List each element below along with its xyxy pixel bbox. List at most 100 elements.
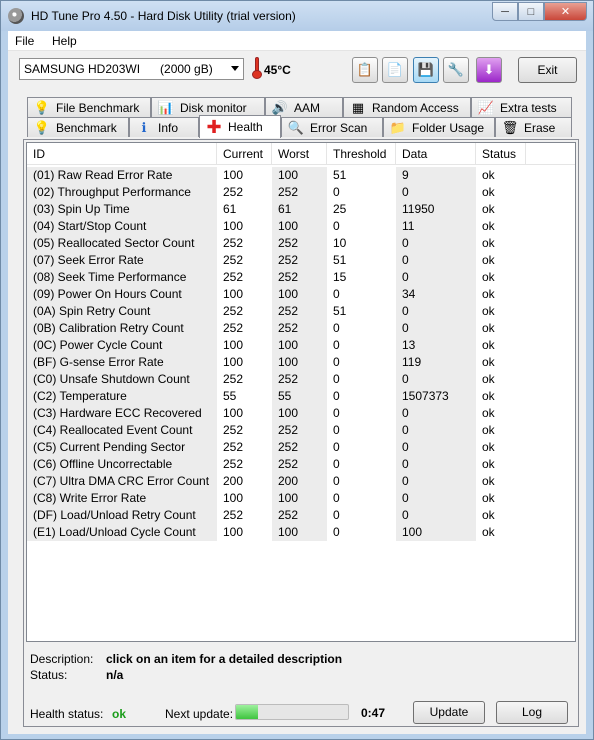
cell-threshold: 0: [333, 338, 340, 352]
tab-error-scan[interactable]: 🔍 Error Scan: [281, 117, 383, 137]
cell-data: 0: [396, 439, 476, 456]
cell-threshold: 0: [333, 185, 340, 199]
tab-erase[interactable]: 🗑 Erase: [495, 117, 572, 137]
column-header-current[interactable]: Current: [217, 143, 272, 165]
window-title: HD Tune Pro 4.50 - Hard Disk Utility (tr…: [31, 9, 296, 23]
cell-current: 252: [223, 253, 244, 267]
table-row[interactable]: (BF) G-sense Error Rate 100 100 0 119 ok: [27, 354, 575, 371]
table-row[interactable]: (E1) Load/Unload Cycle Count 100 100 0 100 ok: [27, 524, 575, 541]
cell-worst: 100: [272, 218, 327, 235]
close-button[interactable]: ✕: [544, 2, 587, 21]
cell-id: (C4) Reallocated Event Count: [27, 422, 217, 439]
exit-button[interactable]: Exit: [518, 57, 577, 83]
options-button[interactable]: 🔧: [443, 57, 469, 83]
tab-aam[interactable]: 🔊 AAM: [265, 97, 343, 117]
cell-worst: 200: [272, 473, 327, 490]
table-row[interactable]: (0B) Calibration Retry Count 252 252 0 0 ok: [27, 320, 575, 337]
cell-worst: 100: [272, 524, 327, 541]
update-button[interactable]: Update: [413, 701, 485, 724]
cell-status: ok: [482, 219, 495, 233]
table-body: (01) Raw Read Error Rate 100 100 51 9 ok (02) …: [27, 167, 575, 541]
table-row[interactable]: (DF) Load/Unload Retry Count 252 252 0 0 ok: [27, 507, 575, 524]
next-update-label: Next update:: [165, 707, 234, 721]
table-row[interactable]: (C4) Reallocated Event Count 252 252 0 0 ok: [27, 422, 575, 439]
cell-data: 9: [396, 167, 476, 184]
table-row[interactable]: (C3) Hardware ECC Recovered 100 100 0 0 ok: [27, 405, 575, 422]
table-row[interactable]: (09) Power On Hours Count 100 100 0 34 ok: [27, 286, 575, 303]
info-icon: ℹ: [141, 119, 147, 135]
cell-id: (0C) Power Cycle Count: [27, 337, 217, 354]
table-row[interactable]: (01) Raw Read Error Rate 100 100 51 9 ok: [27, 167, 575, 184]
tab-folder-usage[interactable]: 📁 Folder Usage: [383, 117, 495, 137]
drive-select[interactable]: SAMSUNG HD203WI (2000 gB): [19, 58, 244, 80]
save-button[interactable]: 💾: [413, 57, 439, 83]
copy-text-button[interactable]: 📋: [352, 57, 378, 83]
cell-threshold: 0: [333, 219, 340, 233]
log-button[interactable]: Log: [496, 701, 568, 724]
table-row[interactable]: (C8) Write Error Rate 100 100 0 0 ok: [27, 490, 575, 507]
table-row[interactable]: (0A) Spin Retry Count 252 252 51 0 ok: [27, 303, 575, 320]
column-header-data[interactable]: Data: [396, 143, 476, 165]
cell-status: ok: [482, 474, 495, 488]
cell-status: ok: [482, 406, 495, 420]
cell-current: 252: [223, 236, 244, 250]
cell-id: (08) Seek Time Performance: [27, 269, 217, 286]
cell-id: (C2) Temperature: [27, 388, 217, 405]
cell-status: ok: [482, 389, 495, 403]
table-row[interactable]: (C2) Temperature 55 55 0 1507373 ok: [27, 388, 575, 405]
column-header-status[interactable]: Status: [476, 143, 526, 165]
cell-threshold: 51: [333, 253, 347, 267]
table-row[interactable]: (07) Seek Error Rate 252 252 51 0 ok: [27, 252, 575, 269]
cell-status: ok: [482, 372, 495, 386]
cell-threshold: 51: [333, 304, 347, 318]
speaker-icon: 🔊: [271, 99, 289, 115]
table-row[interactable]: (08) Seek Time Performance 252 252 15 0 ok: [27, 269, 575, 286]
menu-file[interactable]: File: [15, 34, 34, 48]
tab-file-benchmark[interactable]: 💡 File Benchmark: [27, 97, 151, 117]
health-panel: ID Current Worst Threshold Data Status (…: [23, 139, 579, 727]
column-header-id[interactable]: ID: [27, 143, 217, 165]
cell-current: 100: [223, 406, 244, 420]
table-row[interactable]: (C7) Ultra DMA CRC Error Count 200 200 0 0 ok: [27, 473, 575, 490]
maximize-button[interactable]: □: [518, 2, 544, 21]
cell-threshold: 0: [333, 440, 340, 454]
smart-table[interactable]: ID Current Worst Threshold Data Status (…: [26, 142, 576, 642]
cell-data: 0: [396, 405, 476, 422]
table-row[interactable]: (C6) Offline Uncorrectable 252 252 0 0 ok: [27, 456, 575, 473]
table-row[interactable]: (0C) Power Cycle Count 100 100 0 13 ok: [27, 337, 575, 354]
cell-threshold: 0: [333, 287, 340, 301]
progress-fill: [236, 705, 259, 719]
tab-benchmark[interactable]: 💡 Benchmark: [27, 117, 129, 137]
table-row[interactable]: (02) Throughput Performance 252 252 0 0 ok: [27, 184, 575, 201]
copy-screenshot-button[interactable]: 📄: [382, 57, 408, 83]
tab-health[interactable]: ✚ Health: [199, 115, 281, 138]
toolbar: SAMSUNG HD203WI (2000 gB) 45°C 📋 📄 💾 🔧 ⬇…: [8, 51, 586, 93]
cell-current: 252: [223, 440, 244, 454]
minimize-button[interactable]: ─: [492, 2, 518, 21]
column-header-worst[interactable]: Worst: [272, 143, 327, 165]
cell-id: (BF) G-sense Error Rate: [27, 354, 217, 371]
tab-disk-monitor[interactable]: 📊 Disk monitor: [151, 97, 265, 117]
temperature-readout: 45°C: [264, 63, 291, 77]
cell-id: (E1) Load/Unload Cycle Count: [27, 524, 217, 541]
cell-status: ok: [482, 270, 495, 284]
tab-extra-tests[interactable]: 📈 Extra tests: [471, 97, 572, 117]
table-row[interactable]: (03) Spin Up Time 61 61 25 11950 ok: [27, 201, 575, 218]
menu-help[interactable]: Help: [52, 34, 77, 48]
magnifier-icon: 🔍: [287, 119, 305, 135]
cell-current: 100: [223, 338, 244, 352]
table-row[interactable]: (C0) Unsafe Shutdown Count 252 252 0 0 ok: [27, 371, 575, 388]
table-row[interactable]: (05) Reallocated Sector Count 252 252 10 0 ok: [27, 235, 575, 252]
table-row[interactable]: (C5) Current Pending Sector 252 252 0 0 ok: [27, 439, 575, 456]
title-bar[interactable]: HD Tune Pro 4.50 - Hard Disk Utility (tr…: [1, 1, 593, 31]
table-row[interactable]: (04) Start/Stop Count 100 100 0 11 ok: [27, 218, 575, 235]
tab-random-access[interactable]: ▦ Random Access: [343, 97, 471, 117]
tab-info[interactable]: ℹ Info: [129, 117, 199, 137]
cell-threshold: 0: [333, 355, 340, 369]
cell-id: (C8) Write Error Rate: [27, 490, 217, 507]
cell-data: 100: [396, 524, 476, 541]
cell-current: 252: [223, 304, 244, 318]
app-disk-icon: [8, 8, 24, 24]
download-button[interactable]: ⬇: [476, 57, 502, 83]
column-header-threshold[interactable]: Threshold: [327, 143, 396, 165]
